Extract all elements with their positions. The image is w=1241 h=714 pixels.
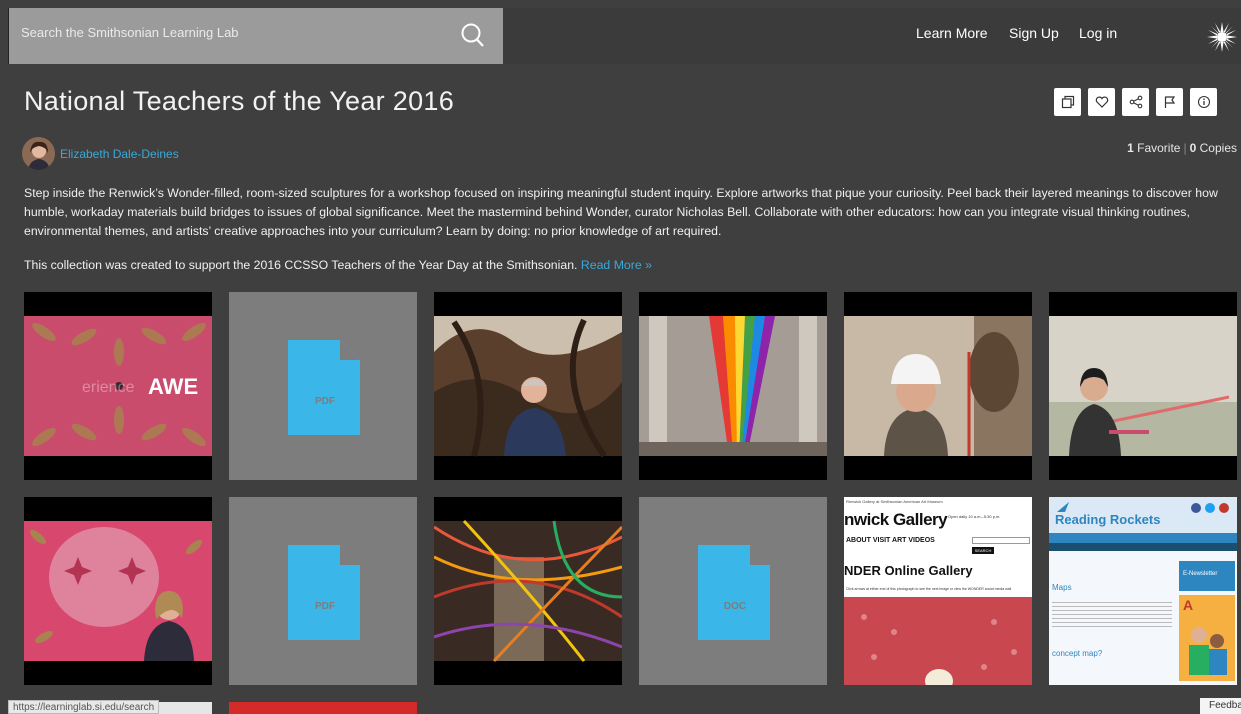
red-room-image xyxy=(844,597,1032,685)
pdf-label: PDF xyxy=(315,396,335,407)
nav-sign-up[interactable]: Sign Up xyxy=(1009,25,1059,41)
rr-nav-bar xyxy=(1049,533,1237,543)
rr-section: Maps xyxy=(1052,583,1072,592)
resource-tile-pdf[interactable]: PDF xyxy=(229,292,417,480)
rr-title: Reading Rockets xyxy=(1055,512,1161,527)
pdf-document-icon xyxy=(288,545,360,640)
resource-tile-curator-video[interactable] xyxy=(434,292,622,480)
renwick-hours: Open daily 10 a.m.–5:30 p.m. xyxy=(948,514,1001,519)
renwick-search-button: SEARCH xyxy=(972,547,994,554)
rr-newsletter-label: E-Newsletter xyxy=(1183,571,1218,577)
copy-icon xyxy=(1061,95,1074,109)
resource-tile-skull-video[interactable] xyxy=(24,497,212,685)
avatar[interactable] xyxy=(22,137,55,170)
doc-label: DOC xyxy=(723,601,747,612)
rr-social-icons xyxy=(1191,503,1229,513)
pdf-document-icon xyxy=(288,340,360,435)
copies-count: 0 xyxy=(1189,141,1197,155)
skull-artwork-image xyxy=(24,497,212,685)
pdf-label: PDF xyxy=(315,601,335,612)
smithsonian-sun-logo-icon[interactable] xyxy=(1206,21,1238,53)
info-button[interactable] xyxy=(1190,88,1217,116)
rr-subheading: concept map? xyxy=(1052,649,1103,658)
top-bar: Search the Smithsonian Learning Lab Lear… xyxy=(8,8,1241,64)
share-icon xyxy=(1129,95,1142,109)
pink-sculpture-image: erience AWE xyxy=(24,292,212,480)
resource-tile-renwick-website[interactable]: Renwick Gallery at Smithsonian American … xyxy=(844,497,1032,685)
awe-ghost-text: erience xyxy=(82,379,135,396)
search-icon[interactable] xyxy=(457,20,489,52)
rainbow-installation-image xyxy=(639,292,827,480)
resource-tile-doc[interactable]: DOC xyxy=(639,497,827,685)
resource-tile-threads-video[interactable] xyxy=(434,497,622,685)
rr-text-lines xyxy=(1052,599,1172,629)
renwick-caption: Click arrows at either end of this photo… xyxy=(846,587,1012,591)
renwick-header-small: Renwick Gallery at Smithsonian American … xyxy=(846,499,943,504)
search-input[interactable]: Search the Smithsonian Learning Lab xyxy=(21,25,239,40)
flag-icon xyxy=(1164,96,1175,108)
collection-stats: 1 Favorite | 0 Copies xyxy=(1127,141,1237,155)
renwick-title: nwick Gallery xyxy=(844,510,948,529)
share-button[interactable] xyxy=(1122,88,1149,116)
resource-tile-hardhat-video[interactable] xyxy=(844,292,1032,480)
renwick-nav: ABOUT VISIT ART VIDEOS xyxy=(846,537,935,544)
feedback-button[interactable]: Feedback xyxy=(1200,698,1241,714)
heart-icon xyxy=(1095,96,1108,108)
author-portrait-image xyxy=(22,137,55,170)
resource-tile-rainbow-video[interactable] xyxy=(639,292,827,480)
copy-button[interactable] xyxy=(1054,88,1081,116)
collection-description: Step inside the Renwick’s Wonder-filled,… xyxy=(24,186,1218,238)
author-link[interactable]: Elizabeth Dale-Deines xyxy=(60,147,179,161)
doc-document-icon xyxy=(698,545,770,640)
action-toolbar xyxy=(1054,88,1217,116)
collection-note-text: This collection was created to support t… xyxy=(24,258,578,272)
rr-book-promo: A xyxy=(1179,595,1235,681)
info-icon xyxy=(1197,95,1210,109)
colored-threads-image xyxy=(434,497,622,685)
rr-subnav-bar xyxy=(1049,543,1237,551)
resource-tile-awe-video[interactable]: erience AWE xyxy=(24,292,212,480)
report-button[interactable] xyxy=(1156,88,1183,116)
nav-log-in[interactable]: Log in xyxy=(1079,25,1117,41)
rr-newsletter-box: E-Newsletter xyxy=(1179,561,1235,591)
copies-label: Copies xyxy=(1199,141,1237,155)
rr-kids-illustration xyxy=(1189,627,1227,675)
curator-portrait-image xyxy=(434,292,622,480)
page-title: National Teachers of the Year 2016 xyxy=(24,86,455,116)
favorites-label: Favorite xyxy=(1137,141,1181,155)
browser-status-url: https://learninglab.si.edu/search xyxy=(8,700,160,714)
awe-title-text: AWE xyxy=(148,374,198,399)
rr-banner-letter: A xyxy=(1183,597,1194,613)
search-bar[interactable]: Search the Smithsonian Learning Lab xyxy=(9,8,503,64)
red-room-drawing xyxy=(844,597,1032,685)
resource-tile-weaver-video[interactable] xyxy=(1049,292,1237,480)
renwick-website-screenshot: Renwick Gallery at Smithsonian American … xyxy=(844,497,1032,685)
resource-tile-partial[interactable] xyxy=(229,702,417,714)
renwick-search-box xyxy=(972,537,1030,544)
collection-note: This collection was created to support t… xyxy=(24,258,652,272)
resource-tile-reading-rockets-website[interactable]: Reading Rockets Maps concept map? E-News… xyxy=(1049,497,1237,685)
hardhat-artist-image xyxy=(844,292,1032,480)
read-more-link[interactable]: Read More » xyxy=(581,258,652,272)
favorites-count: 1 xyxy=(1127,141,1134,155)
weaver-artist-image xyxy=(1049,292,1237,480)
reading-rockets-screenshot: Reading Rockets Maps concept map? E-News… xyxy=(1049,497,1237,685)
nav-learn-more[interactable]: Learn More xyxy=(916,25,988,41)
favorite-button[interactable] xyxy=(1088,88,1115,116)
renwick-subtitle: NDER Online Gallery xyxy=(844,563,973,578)
resource-tile-pdf[interactable]: PDF xyxy=(229,497,417,685)
